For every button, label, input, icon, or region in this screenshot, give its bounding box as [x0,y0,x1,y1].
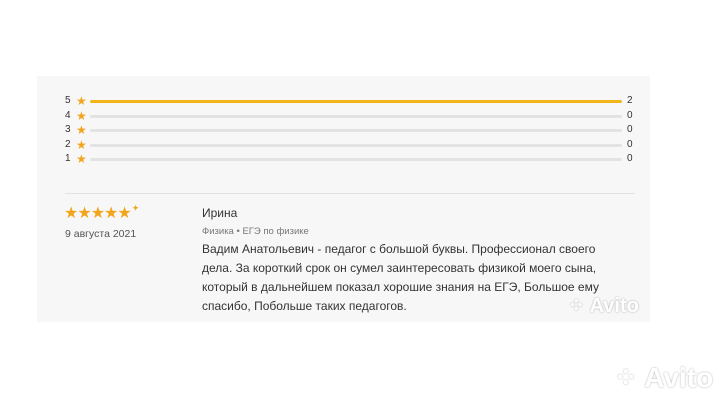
rating-row-count: 2 [627,95,633,106]
divider [65,193,635,194]
avito-watermark: ⁘ Avito [568,295,639,317]
rating-row-count: 0 [627,138,633,150]
star-icon: ★ [76,123,87,137]
rating-row-3: 3 ★ 0 [65,123,635,138]
rating-bar-track [90,114,622,118]
rating-row-stars: 5 [65,95,71,106]
sparkle-icon: ✦ [131,203,139,213]
review-text: Вадим Анатольевич - педагог с большой бу… [202,242,599,313]
rating-row-4: 4 ★ 0 [65,109,635,124]
star-icons: ★★★★★ [64,205,132,222]
review-subject: Физика • ЕГЭ по физике [202,226,309,237]
avito-logo-icon: ⁘ [568,295,585,317]
review-author[interactable]: Ирина [202,206,237,220]
reviews-card: 5 ★ 2 4 ★ 0 3 ★ 0 2 ★ 0 1 ★ 0 ★★★★★✦ 9 августа 2021 Ир… [37,76,650,322]
rating-row-5: 5 ★ 2 [65,94,635,109]
rating-bar-track [90,158,622,161]
rating-row-stars: 2 [65,138,71,150]
star-icon: ★ [76,152,87,166]
rating-row-count: 0 [627,124,633,135]
rating-row-2: 2 ★ 0 [65,138,635,153]
rating-distribution: 5 ★ 2 4 ★ 0 3 ★ 0 2 ★ 0 1 ★ 0 [65,94,635,167]
rating-bar-fill [90,100,622,103]
avito-logo-icon: ⁘ [614,362,638,393]
star-icon: ★ [76,108,87,123]
rating-row-stars: 4 [65,109,71,121]
rating-row-count: 0 [627,109,633,121]
rating-bar-track [90,100,622,103]
rating-bar-track [90,143,622,147]
rating-row-1: 1 ★ 0 [65,152,635,167]
star-icon: ★ [76,137,87,152]
review-rating-stars: ★★★★★✦ [64,203,139,223]
rating-row-stars: 1 [65,153,71,164]
review-date: 9 августа 2021 [65,228,137,240]
rating-bar-track [90,129,622,132]
rating-row-count: 0 [627,153,633,164]
rating-row-stars: 3 [65,124,71,135]
star-icon: ★ [76,94,87,108]
avito-watermark-large: ⁘ Avito [614,362,714,393]
